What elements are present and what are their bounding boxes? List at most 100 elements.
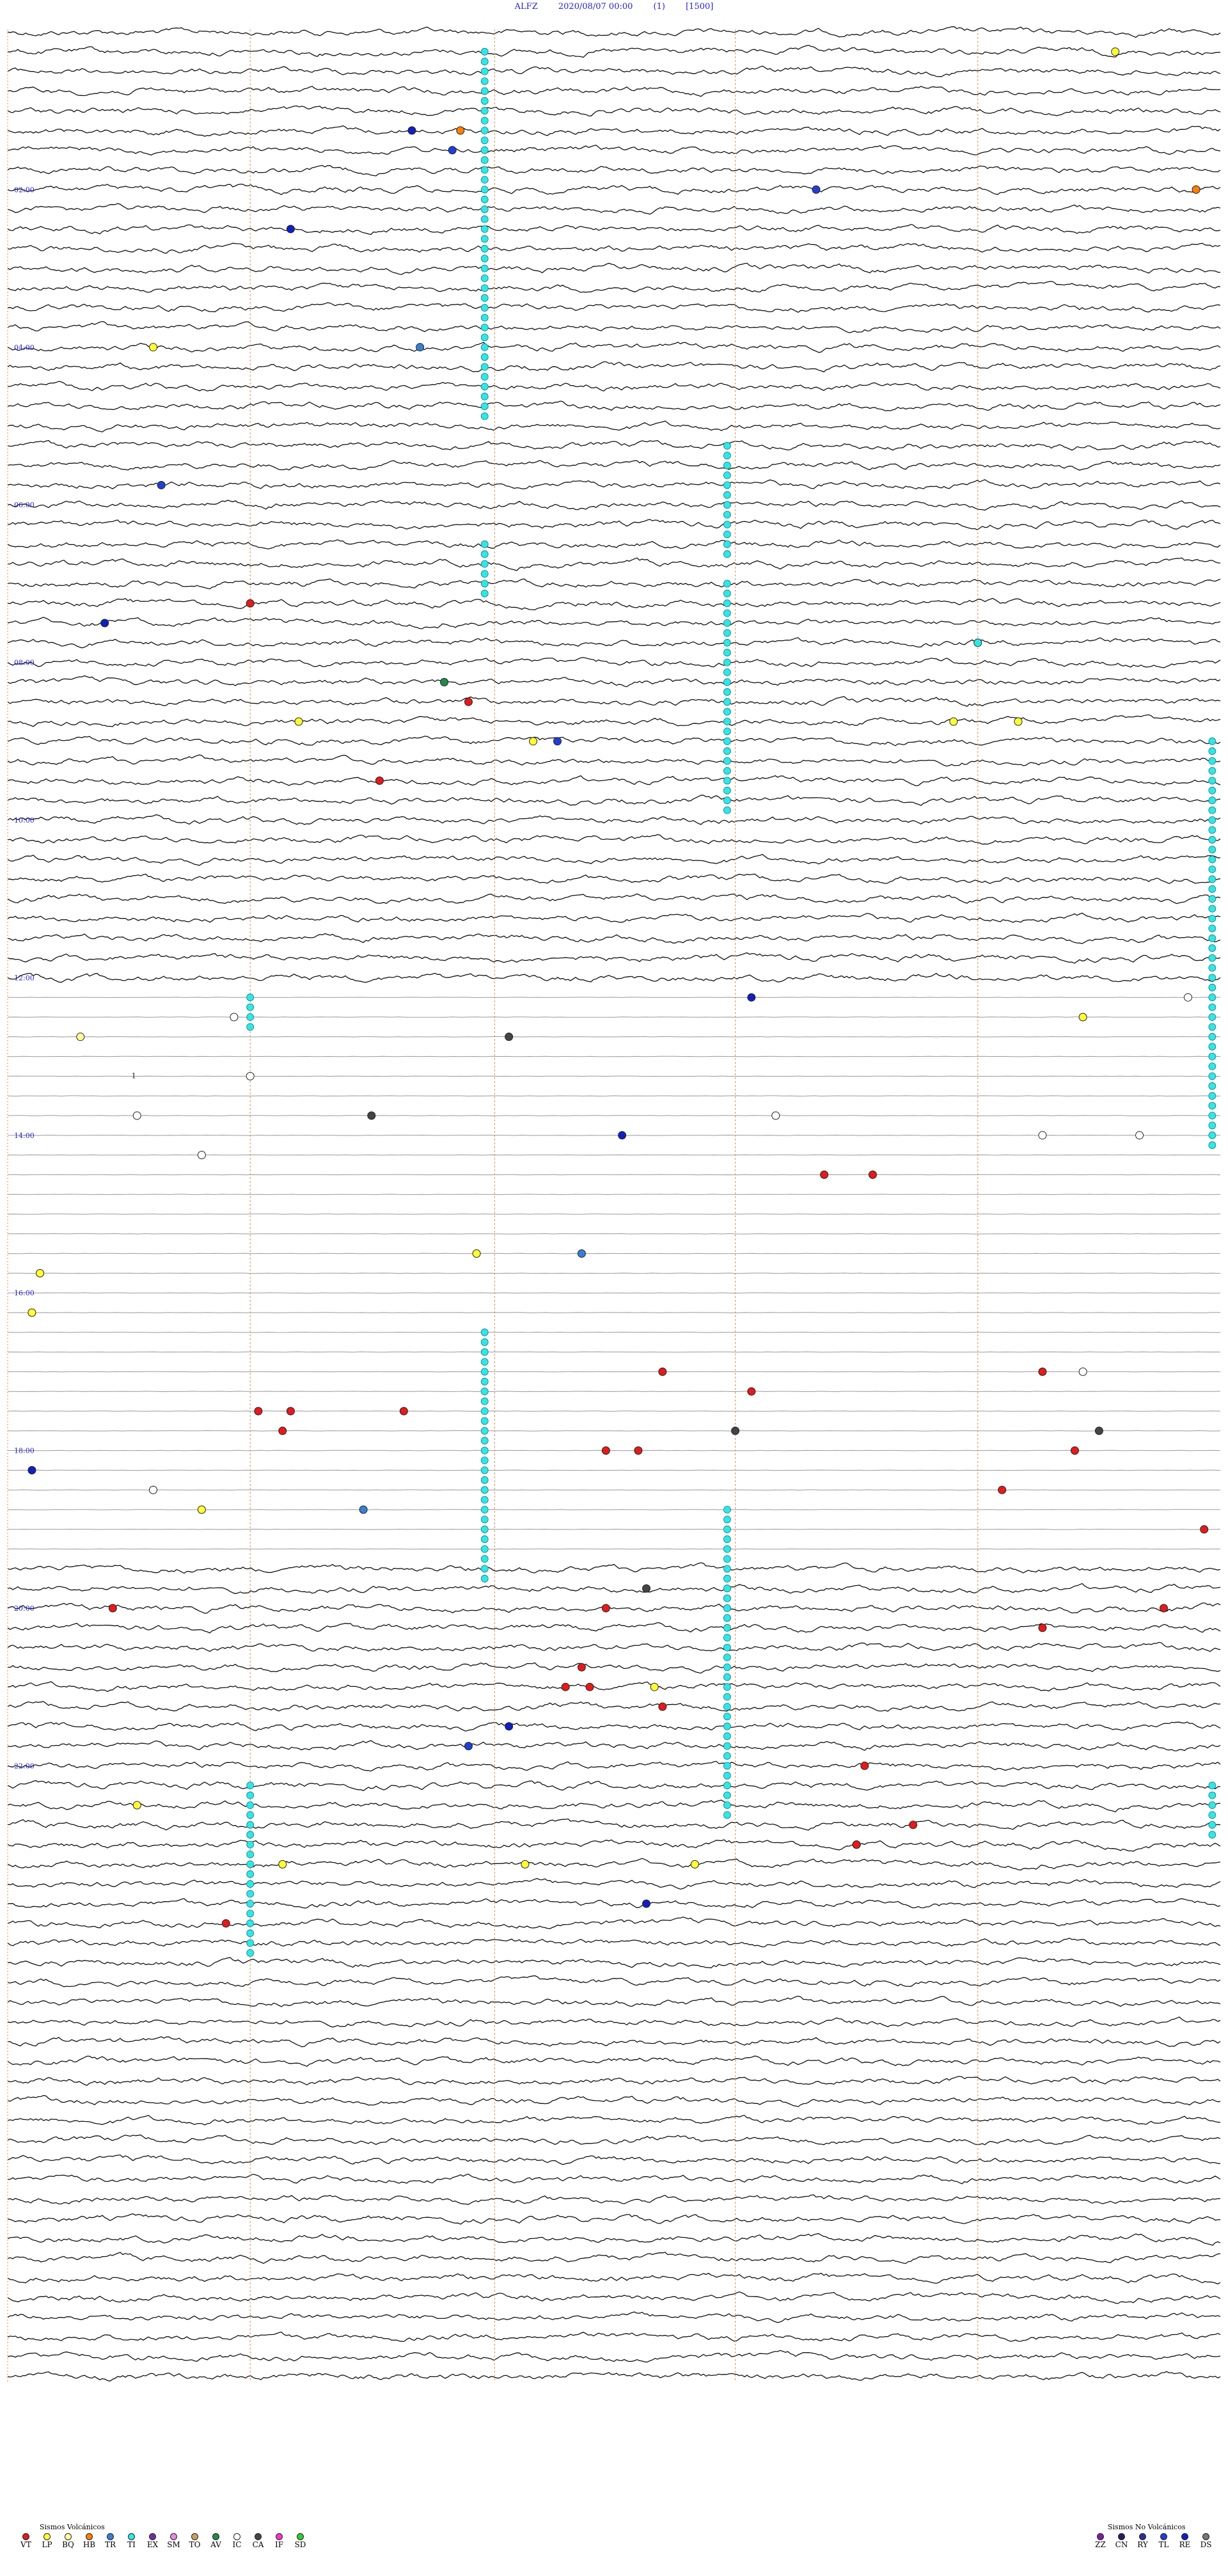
ti-marker — [723, 1732, 731, 1741]
ti-marker — [480, 244, 489, 253]
ti-marker — [480, 304, 489, 312]
event-marker-vt — [1160, 1604, 1169, 1613]
ti-marker — [723, 1771, 731, 1780]
trace-row — [7, 736, 1221, 747]
event-marker-ic — [1078, 1367, 1087, 1376]
legend-swatch — [297, 2533, 304, 2540]
trace-row — [7, 539, 1221, 549]
trace-row — [7, 1583, 1221, 1594]
trace-row — [7, 1469, 1221, 1471]
trace-row — [7, 1331, 1221, 1333]
ti-marker — [723, 1515, 731, 1524]
trace-row — [7, 2350, 1221, 2363]
ti-marker — [480, 195, 489, 203]
ti-marker — [1208, 855, 1216, 864]
legend-item-tl: TL — [1156, 2533, 1172, 2549]
ti-marker — [1208, 885, 1216, 893]
legend-nonvolcanic-title: Sismos No Volcánicos — [1108, 2523, 1186, 2531]
trace-row — [7, 1701, 1221, 1712]
ti-marker — [1208, 1092, 1216, 1100]
ti-marker — [480, 1486, 489, 1494]
trace-row — [7, 2173, 1221, 2185]
ti-marker — [246, 1929, 255, 1938]
ti-marker — [1208, 1831, 1216, 1839]
legend-item-re: RE — [1177, 2533, 1193, 2549]
event-marker-ca — [505, 1032, 514, 1041]
ti-marker — [480, 1446, 489, 1455]
trace-row — [7, 775, 1221, 787]
legend-label: SD — [294, 2540, 306, 2549]
legend-label: SM — [167, 2540, 180, 2549]
legend-item-cn: CN — [1114, 2533, 1130, 2549]
ti-marker — [723, 1624, 731, 1632]
ti-marker — [480, 1496, 489, 1504]
event-marker-vt — [601, 1604, 610, 1613]
event-marker-re — [505, 1722, 514, 1731]
event-marker-tr — [416, 343, 425, 352]
legend-swatch — [1139, 2533, 1146, 2540]
trace-row — [7, 1194, 1221, 1196]
trace-row — [7, 972, 1221, 983]
event-marker-vt — [1070, 1446, 1079, 1455]
event-marker-lp — [472, 1249, 481, 1258]
event-marker-ic — [771, 1111, 780, 1120]
trace-row — [7, 320, 1221, 333]
legend-volcanic: VT LP BQ HB TR TI EX SM TO AV IC CA IF SD — [18, 2533, 308, 2549]
ti-marker — [246, 1023, 255, 1031]
ti-marker — [480, 215, 489, 223]
event-marker-vt — [860, 1761, 869, 1770]
trace-row — [7, 302, 1221, 313]
ti-marker — [1208, 1791, 1216, 1799]
legend-item-lp: LP — [39, 2533, 55, 2549]
trace-row — [8, 1391, 1221, 1393]
legend-label: HB — [83, 2540, 96, 2549]
ti-marker — [1208, 1003, 1216, 1011]
ti-marker — [480, 383, 489, 391]
trace-row — [7, 2055, 1221, 2067]
ti-marker — [480, 294, 489, 302]
ti-marker — [723, 629, 731, 637]
legend-item-ca: CA — [250, 2533, 266, 2549]
ti-marker — [723, 1594, 731, 1602]
event-marker-vt — [658, 1367, 667, 1376]
ti-marker — [480, 324, 489, 331]
ti-marker — [1208, 1131, 1216, 1139]
trace-row — [7, 479, 1221, 490]
event-marker-vt — [278, 1426, 287, 1435]
trace-row — [7, 2252, 1221, 2264]
trace-row — [7, 1877, 1221, 1890]
trace-row — [7, 2233, 1221, 2246]
ti-marker — [480, 1368, 489, 1376]
trace-row — [7, 26, 1221, 38]
legend-item-ex: EX — [145, 2533, 161, 2549]
event-marker-ic — [197, 1151, 206, 1160]
trace-row — [7, 1721, 1221, 1732]
trace-row — [7, 578, 1221, 590]
trace-row — [7, 597, 1221, 611]
trace-row — [7, 754, 1221, 767]
trace-row — [7, 361, 1221, 373]
ti-marker — [723, 1712, 731, 1721]
event-marker-re — [642, 1899, 651, 1908]
ti-marker — [480, 67, 489, 75]
ti-marker — [723, 718, 731, 725]
ti-marker — [1208, 747, 1216, 755]
ti-marker — [480, 353, 489, 361]
ti-marker — [246, 1890, 255, 1898]
trace-row — [8, 1233, 1221, 1235]
ti-marker — [723, 491, 731, 499]
trace-row — [7, 2036, 1221, 2048]
ti-marker — [480, 412, 489, 420]
ti-marker — [246, 1811, 255, 1819]
event-marker-vt — [868, 1170, 877, 1179]
legend-label: CN — [1115, 2540, 1128, 2549]
ti-marker — [480, 1457, 489, 1464]
event-marker-lp — [197, 1505, 206, 1514]
ti-marker — [480, 1476, 489, 1484]
trace-row — [7, 420, 1221, 432]
time-label: 10:00 — [14, 816, 35, 825]
event-marker-ic — [132, 1111, 141, 1120]
ti-marker — [246, 1831, 255, 1839]
legend-item-ry: RY — [1135, 2533, 1151, 2549]
ti-marker — [1208, 1141, 1216, 1150]
